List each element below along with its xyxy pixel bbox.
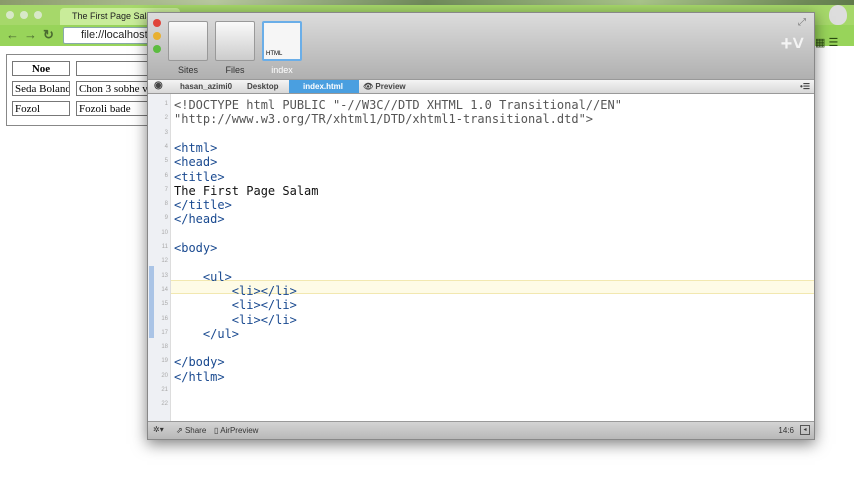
code-line: The First Page Salam (174, 183, 319, 198)
user-avatar-icon[interactable] (829, 5, 847, 25)
airpreview-button[interactable]: ▯ AirPreview (214, 426, 258, 435)
line-number: 16 (161, 315, 168, 322)
line-number: 2 (164, 115, 168, 122)
code-line: <li></li> (174, 298, 297, 313)
code-line: </body> (174, 355, 225, 370)
breadcrumb: ◉ hasan_azimi0 Desktop index.html 👁 Prev… (148, 79, 814, 94)
line-number: 4 (164, 143, 168, 150)
code-line: <head> (174, 155, 218, 170)
window-zoom-button[interactable] (34, 11, 42, 19)
window-minimize-button[interactable] (20, 11, 28, 19)
line-number: 11 (161, 244, 168, 250)
index-label: index (271, 65, 293, 75)
panel-toggle-icon[interactable]: ◂ (800, 425, 810, 435)
code-line: </ul> (174, 326, 240, 341)
fullscreen-icon[interactable]: ⤢ (798, 17, 806, 28)
line-number: 5 (164, 158, 168, 165)
page-table: Noe Da Seda Boland Chon 3 sobhe va Fozol… (6, 54, 166, 126)
sites-label: Sites (177, 65, 198, 75)
menu-icon[interactable]: •☰ (800, 82, 810, 91)
code-line: <!DOCTYPE html PUBLIC "-//W3C//DTD XHTML… (174, 98, 622, 112)
preview-button[interactable]: 👁 Preview (363, 82, 406, 91)
minimize-button[interactable] (153, 32, 161, 40)
table-cell: Fozol (12, 101, 70, 116)
line-number: 6 (164, 172, 168, 179)
code-line: <body> (174, 241, 218, 255)
line-number: 14 (161, 286, 168, 293)
code-line: <title> (174, 169, 225, 184)
code-line: <li></li> (174, 283, 297, 298)
line-number: 18 (161, 344, 168, 351)
extensions-icon[interactable]: ▦ ☰ (815, 36, 838, 49)
code-line: <li></li> (174, 312, 297, 327)
line-number: 7 (164, 186, 168, 193)
files-tab[interactable] (215, 21, 255, 61)
code-line: <html> (174, 140, 218, 155)
html-badge: HTML (266, 51, 283, 57)
line-number: 8 (164, 201, 168, 208)
add-tab-icon[interactable]: +˅ (781, 33, 804, 56)
line-number: 10 (161, 229, 168, 236)
close-button[interactable] (153, 19, 161, 27)
tab-title: The First Page Salam (72, 11, 160, 21)
code-line: </head> (174, 212, 225, 227)
table-cell: Seda Boland (12, 81, 70, 96)
share-button[interactable]: ⇗ Share (176, 426, 206, 435)
editor-window: Sites Files HTML index ⤢ +˅ ◉ hasan_azim… (147, 12, 815, 440)
preview-label: Preview (375, 82, 406, 91)
code-editor[interactable]: 1 <!DOCTYPE html PUBLIC "-//W3C//DTD XHTM… (148, 94, 814, 423)
line-number: 9 (164, 215, 168, 222)
line-number: 20 (161, 372, 168, 379)
code-line: </title> (174, 198, 232, 213)
code-line: <ul> (174, 269, 232, 284)
line-number: 17 (161, 329, 168, 336)
back-icon[interactable]: ← (6, 27, 19, 42)
file-label: index.html (303, 82, 344, 91)
editor-titlebar: Sites Files HTML index ⤢ +˅ (148, 13, 814, 79)
files-label: Files (225, 65, 245, 75)
line-number: 22 (161, 401, 168, 408)
line-number: 19 (161, 358, 168, 365)
window-close-button[interactable] (6, 11, 14, 19)
line-number: 3 (164, 129, 168, 136)
sites-tab[interactable] (168, 21, 208, 61)
table-header: Noe (12, 61, 70, 76)
share-label: Share (184, 426, 207, 435)
line-number: 12 (161, 258, 168, 265)
airpreview-label: AirPreview (220, 426, 259, 435)
zoom-button[interactable] (153, 45, 161, 53)
breadcrumb-file[interactable]: index.html (289, 80, 359, 93)
line-number: 15 (161, 301, 168, 308)
reload-icon[interactable]: ↻ (43, 27, 54, 43)
index-tab[interactable]: HTML (262, 21, 302, 61)
line-number: 13 (161, 272, 168, 279)
breadcrumb-user[interactable]: hasan_azimi0 (180, 82, 232, 91)
forward-icon[interactable]: → (24, 27, 37, 42)
cursor-position: 14:6 (778, 426, 794, 435)
status-bar: ✲▾ ⇗ Share ▯ AirPreview 14:6 ◂ (148, 421, 814, 439)
line-number: 21 (161, 387, 168, 393)
settings-icon[interactable]: ✲▾ (153, 425, 164, 434)
eye-icon[interactable]: ◉ (154, 80, 163, 91)
code-line: </htlm> (174, 369, 225, 384)
line-number: 1 (164, 101, 168, 107)
code-line: "http://www.w3.org/TR/xhtml1/DTD/xhtml1-… (174, 112, 594, 127)
breadcrumb-desktop[interactable]: Desktop (247, 82, 279, 91)
